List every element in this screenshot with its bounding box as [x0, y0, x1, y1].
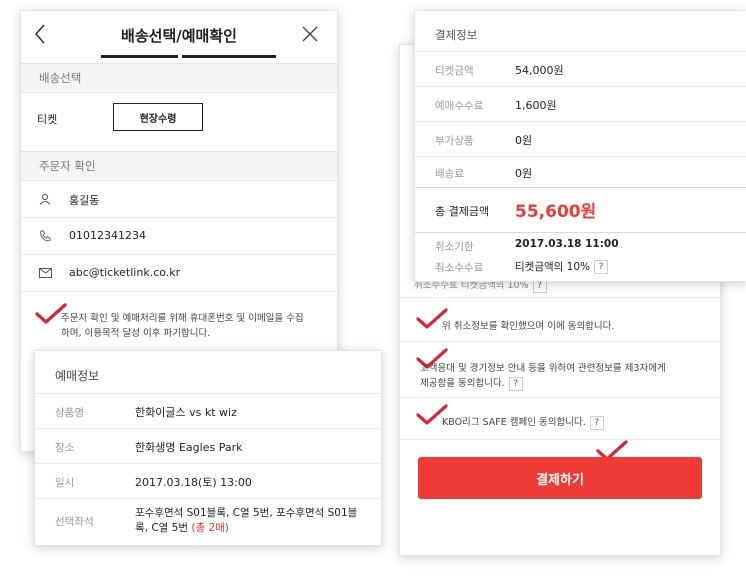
payment-label: 배송료 — [435, 168, 464, 180]
booking-label: 상품명 — [55, 407, 84, 419]
divider — [400, 297, 720, 298]
mail-icon — [39, 268, 52, 278]
cancel-fee-label: 취소수수료 — [435, 262, 484, 274]
orderer-phone-row: 01012341234 — [21, 218, 337, 254]
booking-value: 한화생명 Eagles Park — [135, 441, 243, 454]
payment-label: 티켓금액 — [435, 65, 474, 77]
orderer-phone: 01012341234 — [69, 229, 146, 242]
booking-value: 한화이글스 vs kt wiz — [135, 406, 237, 419]
delivery-section-header: 배송선택 — [21, 63, 337, 93]
payment-value: 54,000원 — [515, 64, 564, 77]
payment-label: 부가상품 — [435, 135, 474, 147]
booking-info-panel: 예매정보 상품명 한화이글스 vs kt wiz 장소 한화생명 Eagles … — [34, 350, 382, 546]
close-button[interactable] — [301, 25, 321, 45]
phone-icon — [40, 230, 51, 242]
cancel-fee-value: 티켓금액의 10%? — [515, 259, 608, 274]
privacy-agree-text-1: 주문자 확인 및 예매처리를 위해 휴대폰번호 및 이메일을 수집 — [61, 313, 304, 324]
agree-text: KBO리그 SAFE 캠페인 동의합니다.? — [442, 414, 604, 430]
person-icon — [39, 193, 51, 205]
total-payment-row: 총 결제금액 55,600원 — [415, 188, 746, 232]
payment-label: 예매수수료 — [435, 100, 484, 112]
close-icon — [302, 26, 318, 42]
payment-row: 예매수수료 1,600원 — [415, 87, 746, 121]
payment-section-title: 결제정보 — [435, 28, 478, 42]
orderer-section-header: 주문자 확인 — [21, 151, 337, 181]
ticket-label: 티켓 — [37, 113, 58, 126]
help-icon[interactable]: ? — [593, 260, 608, 274]
payment-value: 1,600원 — [515, 99, 557, 112]
orderer-name: 홍길동 — [69, 194, 100, 207]
payment-row: 티켓금액 54,000원 — [415, 52, 746, 86]
booking-row-seat: 선택좌석 포수후면석 S01블록, C열 5번, 포수후면석 S01블 록, C… — [35, 499, 381, 543]
booking-value: 2017.03.18(토) 13:00 — [135, 476, 252, 489]
payment-info-panel: 결제정보 티켓금액 54,000원 예매수수료 1,600원 부가상품 0원 배… — [414, 10, 746, 282]
onsite-pickup-button[interactable]: 현장수령 — [113, 103, 203, 131]
cancel-fee-row: 취소수수료 티켓금액의 10%? — [415, 256, 746, 276]
cancel-deadline-label: 취소기한 — [435, 241, 474, 253]
seat-value-line-1: 포수후면석 S01블록, C열 5번, 포수후면석 S01블 — [135, 507, 358, 519]
page-title: 배송선택/예매확인 — [121, 27, 237, 45]
cancel-deadline-row: 취소기한 2017.03.18 11:00 — [415, 235, 746, 255]
orderer-name-row: 홍길동 — [21, 181, 337, 217]
booking-row-datetime: 일시 2017.03.18(토) 13:00 — [35, 464, 381, 498]
header: 배송선택/예매확인 — [21, 11, 337, 59]
privacy-agree-text-2: 하며, 이용목적 달성 이후 파기합니다. — [61, 328, 211, 339]
total-label: 총 결제금액 — [435, 205, 490, 218]
payment-value: 0원 — [515, 134, 533, 147]
cancel-info-agree[interactable]: 위 취소정보를 확인했으며 이에 동의합니다. — [400, 303, 720, 337]
booking-label: 장소 — [55, 442, 75, 454]
orderer-email: abc@ticketlink.co.kr — [69, 266, 181, 279]
help-icon[interactable]: ? — [589, 415, 604, 430]
seat-total: (총 2매) — [191, 522, 229, 534]
booking-row-venue: 장소 한화생명 Eagles Park — [35, 429, 381, 463]
delivery-ticket-row: 티켓 현장수령 — [21, 93, 337, 143]
booking-label: 일시 — [55, 477, 75, 489]
divider — [400, 439, 720, 440]
seat-value-line-2: 록, C열 5번 (총 2매) — [135, 522, 229, 534]
third-party-agree[interactable]: 고객응대 및 경기정보 안내 등을 위하여 관련정보를 제3자에게 제공함을 동… — [400, 345, 720, 395]
booking-section-title: 예매정보 — [55, 369, 100, 383]
pay-button[interactable]: 결제하기 — [418, 457, 702, 499]
privacy-agree-row[interactable]: 주문자 확인 및 예매처리를 위해 휴대폰번호 및 이메일을 수집 하며, 이용… — [21, 292, 337, 348]
agree-text-line-1: 고객응대 및 경기정보 안내 등을 위하여 관련정보를 제3자에게 — [420, 363, 666, 374]
payment-value: 0원 — [515, 167, 533, 180]
help-icon[interactable]: ? — [508, 376, 523, 391]
safe-campaign-agree[interactable]: KBO리그 SAFE 캠페인 동의합니다.? — [400, 401, 720, 435]
agree-text-line-2: 제공함을 동의합니다.? — [420, 375, 523, 391]
total-value: 55,600원 — [515, 202, 597, 222]
agree-text: 위 취소정보를 확인했으며 이에 동의합니다. — [442, 321, 615, 332]
payment-row: 부가상품 0원 — [415, 122, 746, 156]
divider — [400, 341, 720, 342]
orderer-email-row: abc@ticketlink.co.kr — [21, 255, 337, 291]
booking-label: 선택좌석 — [55, 516, 94, 528]
header-underline — [101, 55, 276, 58]
payment-row: 배송료 0원 — [415, 157, 746, 187]
divider — [415, 232, 746, 233]
cancel-deadline-value: 2017.03.18 11:00 — [515, 238, 619, 250]
header-underline-gap — [178, 55, 182, 58]
booking-row-product: 상품명 한화이글스 vs kt wiz — [35, 394, 381, 428]
divider — [400, 397, 720, 398]
